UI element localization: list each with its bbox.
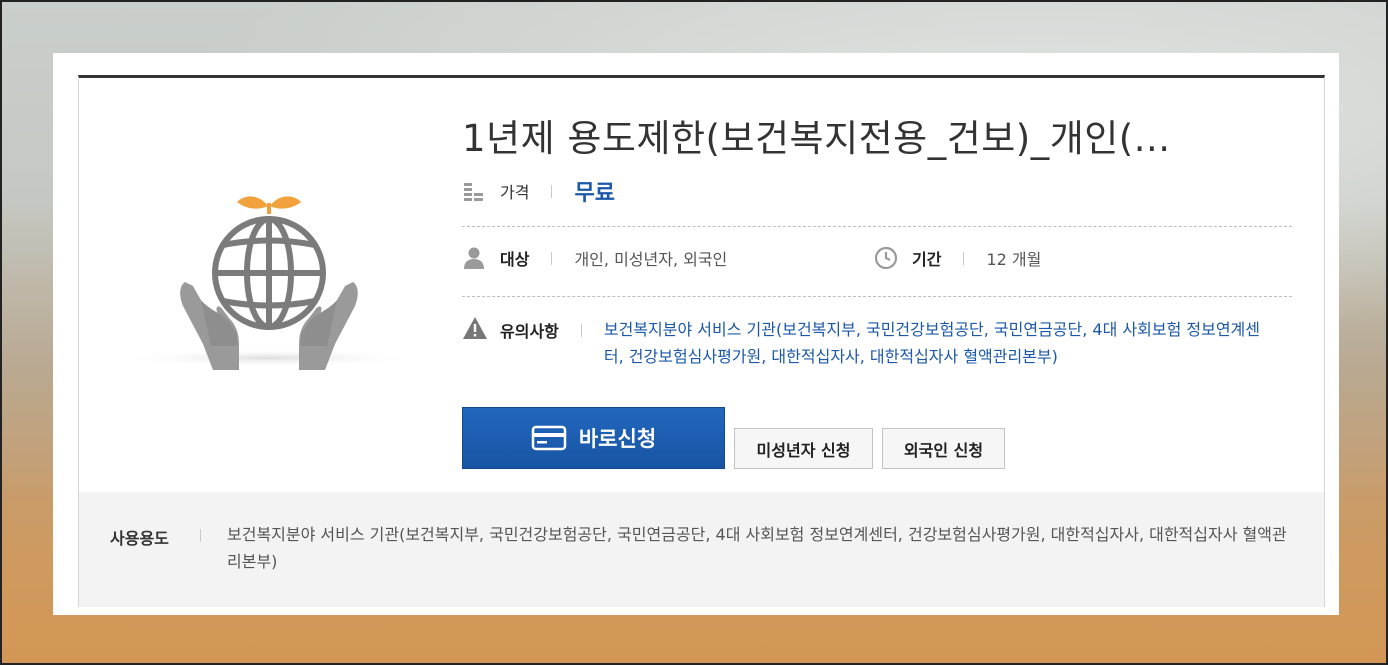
period-label: 기간 xyxy=(912,250,942,269)
target-row: 대상 개인, 미성년자, 외국인 xyxy=(462,246,727,270)
product-card: 1년제 용도제한(보건복지전용_건보)_개인(... 가격 무료 대상 개인, … xyxy=(78,75,1325,607)
usage-section: 사용용도 보건복지분야 서비스 기관(보건복지부, 국민건강보험공단, 국민연금… xyxy=(79,492,1324,607)
period-value: 12 개월 xyxy=(986,250,1042,269)
divider xyxy=(551,251,553,265)
coins-icon xyxy=(462,179,486,203)
price-value: 무료 xyxy=(574,181,615,206)
globe-in-hands-icon xyxy=(119,178,419,408)
period-row: 기간 12 개월 xyxy=(874,246,1041,270)
notice-value: 보건복지분야 서비스 기관(보건복지부, 국민건강보험공단, 국민연금공단, 4… xyxy=(603,320,1260,366)
clock-icon xyxy=(874,246,898,270)
divider xyxy=(551,184,553,198)
target-label: 대상 xyxy=(500,250,530,269)
notice-row: 유의사항 보건복지분야 서비스 기관(보건복지부, 국민건강보험공단, 국민연금… xyxy=(462,316,1274,370)
divider-dashed xyxy=(462,226,1292,227)
apply-button[interactable]: 바로신청 xyxy=(462,407,725,469)
divider xyxy=(200,529,201,542)
apply-button-label: 바로신청 xyxy=(578,427,657,451)
usage-label: 사용용도 xyxy=(110,529,169,548)
price-row: 가격 무료 xyxy=(462,175,615,207)
warning-icon xyxy=(462,316,487,340)
target-value: 개인, 미성년자, 외국인 xyxy=(574,250,728,269)
price-label: 가격 xyxy=(500,183,530,202)
product-title: 1년제 용도제한(보건복지전용_건보)_개인(... xyxy=(462,117,1171,160)
divider xyxy=(963,251,965,265)
divider xyxy=(580,324,582,337)
person-icon xyxy=(462,246,486,270)
product-modal: 1년제 용도제한(보건복지전용_건보)_개인(... 가격 무료 대상 개인, … xyxy=(53,53,1339,615)
foreigner-apply-button[interactable]: 외국인 신청 xyxy=(882,428,1005,469)
card-icon xyxy=(531,425,567,451)
divider-dashed xyxy=(462,296,1292,297)
usage-value: 보건복지분야 서비스 기관(보건복지부, 국민건강보험공단, 국민연금공단, 4… xyxy=(227,525,1287,571)
minor-apply-button[interactable]: 미성년자 신청 xyxy=(734,428,873,469)
notice-label: 유의사항 xyxy=(500,322,559,341)
